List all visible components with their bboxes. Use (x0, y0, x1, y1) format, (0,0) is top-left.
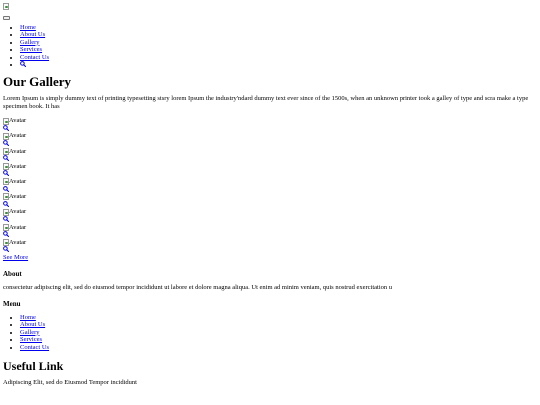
nav-item-contact: Contact Us (20, 54, 537, 62)
gallery-item: Avatar (3, 239, 537, 254)
gallery-list: Avatar Avatar Avatar Avatar Avatar Avatar Avat… (3, 117, 537, 254)
avatar-alt-text: Avatar (9, 147, 27, 155)
search-icon[interactable] (3, 124, 9, 131)
gallery-search-row (3, 246, 537, 254)
footer-item-about: About Us (20, 321, 537, 329)
footer-menu: Home About Us Gallery Services Contact U… (3, 314, 537, 352)
gallery-search-row (3, 170, 537, 178)
avatar-alt-text: Avatar (9, 208, 27, 216)
nav-link-contact[interactable]: Contact Us (20, 54, 49, 61)
nav-link-gallery[interactable]: Gallery (20, 39, 40, 46)
search-icon[interactable] (3, 216, 9, 222)
gallery-title: Our Gallery (3, 74, 72, 90)
gallery-search-row (3, 185, 537, 194)
avatar-alt-text: Avatar (9, 132, 27, 140)
nav-item-services: Services (20, 46, 537, 54)
navbar-toggler-button[interactable] (3, 16, 10, 20)
avatar-alt-text: Avatar (9, 238, 27, 246)
avatar-image-icon (3, 117, 9, 125)
avatar-alt-text: Avatar (9, 193, 27, 201)
footer-item-gallery: Gallery (20, 329, 537, 337)
nav-link-home[interactable]: Home (20, 24, 36, 31)
gallery-item: Avatar (3, 132, 537, 147)
search-icon[interactable] (3, 170, 9, 177)
nav-item-home: Home (20, 24, 537, 32)
footer-item-services: Services (20, 336, 537, 344)
gallery-search-row (3, 216, 537, 224)
gallery-image-row: Avatar (3, 117, 537, 125)
gallery-intro-text: Lorem Ipsum is simply dummy text of prin… (3, 95, 529, 110)
gallery-search-row (3, 155, 537, 163)
gallery-search-row (3, 140, 537, 148)
gallery-image-row: Avatar (3, 239, 537, 247)
logo-image-icon (3, 3, 9, 11)
nav-link-services[interactable]: Services (20, 46, 42, 53)
avatar-image-icon (3, 178, 9, 186)
footer-item-home: Home (20, 314, 537, 322)
gallery-item: Avatar (3, 117, 537, 132)
gallery-image-row: Avatar (3, 132, 537, 140)
gallery-search-row (3, 200, 537, 209)
nav-link-about[interactable]: About Us (20, 31, 45, 38)
search-icon[interactable] (3, 231, 9, 238)
avatar-alt-text: Avatar (9, 117, 27, 125)
avatar-alt-text: Avatar (9, 178, 27, 185)
useful-link-text: Adipiscing Elit, sed do Eiusmod Tempor i… (3, 378, 137, 386)
gallery-search-row (3, 231, 537, 239)
gallery-image-row: Avatar (3, 163, 537, 171)
search-icon[interactable] (3, 200, 9, 207)
gallery-image-row: Avatar (3, 148, 537, 156)
avatar-image-icon (3, 208, 9, 216)
search-icon[interactable] (3, 246, 9, 253)
site-logo[interactable] (3, 3, 537, 11)
nav-item-search (20, 61, 537, 69)
gallery-search-row (3, 124, 537, 133)
page: Home About Us Gallery Services Contact U… (3, 3, 537, 386)
footer-link-services[interactable]: Services (20, 336, 42, 343)
footer-link-gallery[interactable]: Gallery (20, 329, 40, 336)
avatar-image-icon (3, 193, 9, 201)
gallery-item: Avatar (3, 148, 537, 163)
nav-item-gallery: Gallery (20, 39, 537, 47)
avatar-image-icon (3, 163, 9, 171)
avatar-alt-text: Avatar (9, 162, 27, 170)
about-title: About (3, 269, 22, 278)
search-icon[interactable] (3, 185, 9, 192)
footer-item-contact: Contact Us (20, 344, 537, 352)
gallery-item: Avatar (3, 193, 537, 208)
footer-link-contact[interactable]: Contact Us (20, 344, 49, 351)
menu-title: Menu (3, 299, 21, 308)
footer-link-about[interactable]: About Us (20, 321, 45, 328)
nav-item-about: About Us (20, 31, 537, 39)
gallery-item: Avatar (3, 208, 537, 223)
about-text: consectetur adipiscing elit, sed do eius… (3, 283, 393, 291)
search-icon[interactable] (3, 140, 9, 147)
search-icon[interactable] (3, 155, 9, 162)
see-more-link[interactable]: See More (3, 254, 537, 262)
gallery-image-row: Avatar (3, 224, 537, 232)
useful-link-title: Useful Link (3, 358, 64, 373)
footer-link-home[interactable]: Home (20, 314, 36, 321)
avatar-alt-text: Avatar (9, 223, 27, 231)
avatar-image-icon (3, 132, 9, 140)
gallery-item: Avatar (3, 178, 537, 193)
gallery-image-row: Avatar (3, 178, 537, 186)
main-nav: Home About Us Gallery Services Contact U… (3, 24, 537, 70)
gallery-item: Avatar (3, 224, 537, 239)
gallery-item: Avatar (3, 163, 537, 178)
gallery-image-row: Avatar (3, 193, 537, 201)
avatar-image-icon (3, 223, 9, 231)
avatar-image-icon (3, 147, 9, 155)
search-icon[interactable] (20, 61, 26, 68)
gallery-image-row: Avatar (3, 208, 537, 216)
avatar-image-icon (3, 239, 9, 247)
